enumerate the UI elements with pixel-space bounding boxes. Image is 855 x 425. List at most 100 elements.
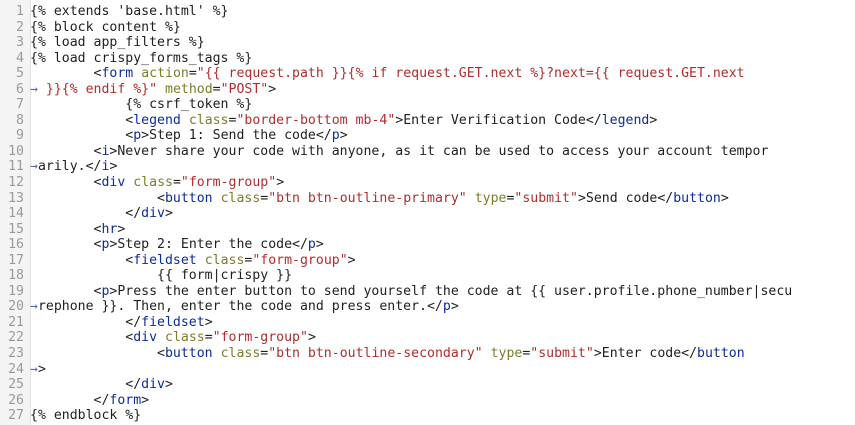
code-line-text[interactable]: <div class="form-group"> bbox=[30, 175, 855, 191]
line-number: 8 bbox=[16, 112, 24, 128]
code-line[interactable]: 8 <legend class="border-bottom mb-4">Ent… bbox=[0, 113, 855, 129]
code-line-text[interactable]: <hr> bbox=[30, 222, 855, 238]
code-line[interactable]: 10 <i>Never share your code with anyone,… bbox=[0, 144, 855, 160]
code-token-attr: method bbox=[165, 81, 213, 97]
code-token-plain: = bbox=[172, 175, 181, 191]
code-token-plain: > bbox=[315, 237, 324, 253]
code-editor[interactable]: 1 {% extends 'base.html' %} 2 {% block cont… bbox=[0, 0, 855, 425]
code-token-plain: > bbox=[276, 175, 285, 191]
code-token-plain: > bbox=[164, 377, 173, 393]
code-line-text[interactable]: </div> bbox=[30, 377, 855, 393]
code-line-text[interactable]: <i>Never share your code with anyone, as… bbox=[30, 144, 855, 160]
code-token-plain: </ bbox=[30, 377, 142, 393]
code-line[interactable]: 21 </fieldset> bbox=[0, 315, 855, 331]
code-token-attr: class bbox=[188, 112, 229, 128]
code-token-attr: class bbox=[220, 346, 261, 362]
code-line-text[interactable]: </form> bbox=[30, 393, 855, 409]
code-line-text[interactable]: →arily.</i> bbox=[30, 159, 855, 175]
code-line[interactable]: 25 </div> bbox=[0, 377, 855, 393]
code-token-str: "submit" bbox=[530, 346, 594, 362]
code-line-text[interactable]: <p>Step 1: Send the code</p> bbox=[30, 128, 855, 144]
code-token-tmpl: {% extends 'base.html' %} bbox=[30, 4, 229, 19]
code-line[interactable]: 23 <button class="btn btn-outline-second… bbox=[0, 346, 855, 362]
code-token-plain: > bbox=[204, 314, 213, 330]
code-token-str: }}{% endif %}" bbox=[37, 81, 158, 97]
code-token-plain: >Press the enter button to send yourself… bbox=[109, 283, 793, 299]
code-token-tag: p bbox=[331, 128, 340, 144]
code-area[interactable]: 1 {% extends 'base.html' %} 2 {% block cont… bbox=[0, 4, 855, 424]
code-token-plain: < bbox=[30, 175, 102, 191]
line-number: 2 bbox=[16, 19, 24, 35]
code-token-str: "border-bottom mb-4" bbox=[236, 112, 396, 128]
code-line[interactable]: 11 →arily.</i> bbox=[0, 159, 855, 175]
code-line[interactable]: 9 <p>Step 1: Send the code</p> bbox=[0, 128, 855, 144]
line-number: 23 bbox=[8, 346, 24, 362]
code-token-plain: > bbox=[347, 252, 356, 268]
code-token-plain: >Enter Verification Code</ bbox=[395, 112, 602, 128]
code-line[interactable]: 26 </form> bbox=[0, 393, 855, 409]
code-token-tag: button bbox=[164, 346, 213, 362]
line-number: 16 bbox=[8, 237, 24, 253]
code-token-str: "{{ request.path }}{% if request.GET.nex… bbox=[196, 66, 745, 82]
code-line[interactable]: 13 <button class="btn btn-outline-primar… bbox=[0, 191, 855, 207]
code-token-plain: </ bbox=[30, 314, 142, 330]
code-line-text[interactable]: <legend class="border-bottom mb-4">Enter… bbox=[30, 113, 855, 129]
code-token-tag: p bbox=[133, 128, 142, 144]
code-line[interactable]: 15 <hr> bbox=[0, 222, 855, 238]
code-line[interactable]: 17 <fieldset class="form-group"> bbox=[0, 253, 855, 269]
code-line-text[interactable]: → }}{% endif %}" method="POST"> bbox=[30, 82, 855, 98]
code-line[interactable]: 7 {% csrf_token %} bbox=[0, 97, 855, 113]
code-line-text[interactable]: {{ form|crispy }} bbox=[30, 268, 855, 284]
code-line[interactable]: 2 {% block content %} bbox=[0, 20, 855, 36]
code-line[interactable]: 4 {% load crispy_forms_tags %} bbox=[0, 51, 855, 67]
code-line-text[interactable]: </fieldset> bbox=[30, 315, 855, 331]
code-token-plain: > bbox=[649, 112, 658, 128]
code-line-text[interactable]: <form action="{{ request.path }}{% if re… bbox=[30, 66, 855, 82]
code-line-text[interactable]: <fieldset class="form-group"> bbox=[30, 253, 855, 269]
line-number: 3 bbox=[16, 35, 24, 51]
code-token-plain: < bbox=[30, 237, 102, 253]
code-line-text[interactable]: →> bbox=[30, 362, 855, 378]
code-line[interactable]: 3 {% load app_filters %} bbox=[0, 35, 855, 51]
code-line-text[interactable]: {% load crispy_forms_tags %} bbox=[30, 51, 855, 67]
code-line[interactable]: 24 →> bbox=[0, 362, 855, 378]
code-line-text[interactable]: <button class="btn btn-outline-secondary… bbox=[30, 346, 855, 362]
code-line-text[interactable]: {% block content %} bbox=[30, 20, 855, 36]
code-token-plain: </ bbox=[30, 392, 110, 408]
code-line[interactable]: 18 {{ form|crispy }} bbox=[0, 268, 855, 284]
code-token-plain: < bbox=[30, 143, 102, 159]
line-number: 5 bbox=[16, 66, 24, 82]
code-line-text[interactable]: </div> bbox=[30, 206, 855, 222]
code-line[interactable]: 1 {% extends 'base.html' %} bbox=[0, 4, 855, 20]
code-line[interactable]: 14 </div> bbox=[0, 206, 855, 222]
code-line[interactable]: 27 {% endblock %} bbox=[0, 408, 855, 424]
code-line[interactable]: 20 →rephone }}. Then, enter the code and … bbox=[0, 299, 855, 315]
code-line[interactable]: 6 → }}{% endif %}" method="POST"> bbox=[0, 82, 855, 98]
code-token-attr: action bbox=[141, 66, 189, 82]
code-line-text[interactable]: <p>Step 2: Enter the code</p> bbox=[30, 237, 855, 253]
code-line[interactable]: 16 <p>Step 2: Enter the code</p> bbox=[0, 237, 855, 253]
code-line[interactable]: 19 <p>Press the enter button to send you… bbox=[0, 284, 855, 300]
code-token-tag: p bbox=[307, 237, 316, 253]
code-token-attr: class bbox=[204, 252, 245, 268]
code-line-text[interactable]: <button class="btn btn-outline-primary" … bbox=[30, 191, 855, 207]
code-line-text[interactable]: {% load app_filters %} bbox=[30, 35, 855, 51]
code-line-text[interactable]: <p>Press the enter button to send yourse… bbox=[30, 284, 855, 300]
code-token-str: "form-group" bbox=[212, 330, 308, 346]
code-token-tag: button bbox=[164, 190, 213, 206]
code-token-plain: </ bbox=[30, 206, 142, 222]
code-token-plain: < bbox=[30, 346, 165, 362]
code-line-text[interactable]: →rephone }}. Then, enter the code and pr… bbox=[30, 299, 855, 315]
code-line-text[interactable]: {% endblock %} bbox=[30, 408, 855, 424]
code-token-plain: arily.</ bbox=[37, 159, 102, 175]
code-line[interactable]: 12 <div class="form-group"> bbox=[0, 175, 855, 191]
code-line[interactable]: 5 <form action="{{ request.path }}{% if … bbox=[0, 66, 855, 82]
code-token-plain: >Never share your code with anyone, as i… bbox=[109, 143, 769, 159]
code-line-text[interactable]: {% extends 'base.html' %} bbox=[30, 4, 855, 20]
code-line[interactable]: 22 <div class="form-group"> bbox=[0, 330, 855, 346]
code-line-text[interactable]: <div class="form-group"> bbox=[30, 330, 855, 346]
code-line-text[interactable]: {% csrf_token %} bbox=[30, 97, 855, 113]
code-token-plain: >Step 2: Enter the code</ bbox=[109, 237, 308, 253]
